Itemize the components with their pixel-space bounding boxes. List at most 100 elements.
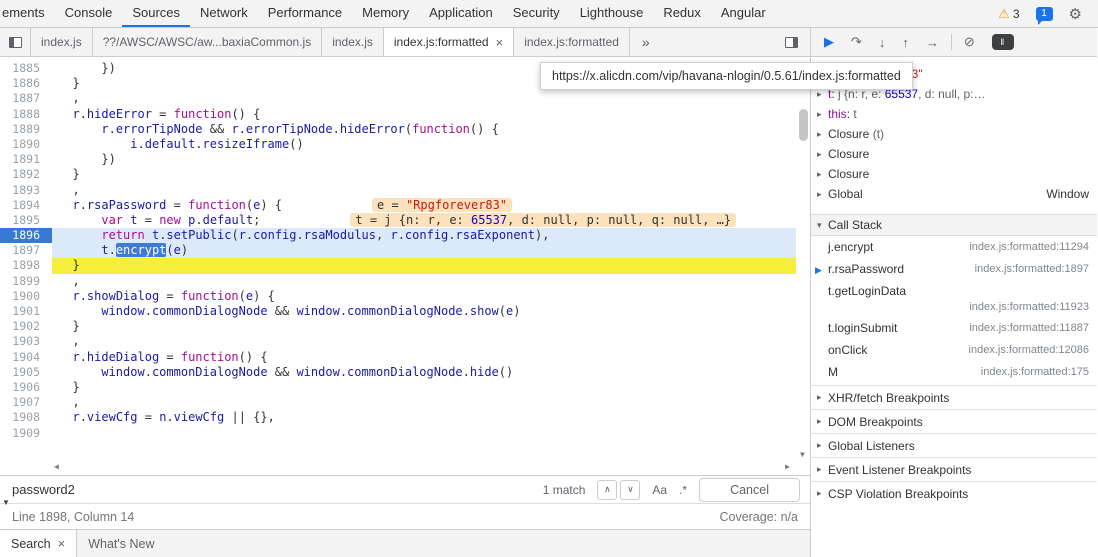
line-number[interactable]: 1902 [0,319,52,334]
regex-toggle[interactable]: .* [679,483,687,497]
line-number[interactable]: 1905 [0,365,52,380]
line-number[interactable]: 1894 [0,198,52,213]
code-line-text[interactable]: , [52,91,796,106]
console-warnings-badge[interactable]: ⚠ 3 [998,6,1019,22]
overflow-chevron-icon[interactable]: » [634,28,658,56]
line-number[interactable]: 1907 [0,395,52,410]
line-number[interactable]: 1888 [0,107,52,122]
section-global-listeners[interactable]: ▸ Global Listeners [811,433,1097,457]
scope-row[interactable]: ▸ Closure [811,164,1097,184]
horizontal-scrollbar[interactable]: ◀ ▶ [54,460,790,472]
line-number[interactable]: 1885 [0,61,52,76]
resume-icon[interactable]: ▶ [824,34,834,50]
section-event-listener-breakpoints[interactable]: ▸ Event Listener Breakpoints [811,457,1097,481]
line-number[interactable]: 1908 [0,410,52,425]
code-line-text[interactable]: r.rsaPassword = function(e) {e = "Rpgfor… [52,197,796,213]
code-line-text[interactable]: var t = new p.default; t = j {n: r, e: 65… [52,212,796,228]
code-line-text[interactable]: r.showDialog = function(e) { [52,289,796,304]
code-line-text[interactable]: } [52,319,796,334]
code-line-text[interactable]: }) [52,152,796,167]
tab-network[interactable]: Network [190,0,258,27]
scroll-left-icon[interactable]: ◀ [54,462,59,471]
line-number[interactable]: 1897 [0,243,52,258]
drawer-expand-icon[interactable]: ▼ [2,498,10,507]
scroll-down-icon[interactable]: ▼ [800,450,805,459]
line-number[interactable]: 1892 [0,167,52,182]
code-line-text[interactable]: , [52,183,796,198]
code-line-text[interactable]: r.errorTipNode && r.errorTipNode.hideErr… [52,122,796,137]
code-line-text[interactable]: , [52,274,796,289]
show-navigator-icon[interactable] [0,28,30,56]
tab-angular[interactable]: Angular [711,0,776,27]
issues-badge[interactable]: 1 [1035,6,1053,25]
code-line-text[interactable]: , [52,395,796,410]
drawer-tab-search[interactable]: Search × [0,530,78,557]
line-number[interactable]: 1886 [0,76,52,91]
code-line-text[interactable]: i.default.resizeIframe() [52,137,796,152]
line-number[interactable]: 1906 [0,380,52,395]
line-number[interactable]: 1903 [0,334,52,349]
tab-security[interactable]: Security [503,0,570,27]
file-tab-awsc-awsc-aw-baxiacommon-js[interactable]: ??/AWSC/AWSC/aw...baxiaCommon.js [93,28,323,56]
tab-redux[interactable]: Redux [653,0,711,27]
call-stack-frame[interactable]: t.loginSubmit index.js:formatted:11887 [811,317,1097,339]
line-number[interactable]: 1890 [0,137,52,152]
code-line-text[interactable]: window.commonDialogNode && window.common… [52,365,796,380]
code-line-text[interactable]: } [52,258,796,274]
line-number[interactable]: 1904 [0,350,52,365]
line-number[interactable]: 1901 [0,304,52,319]
deactivate-breakpoints-icon[interactable]: ⊘ [964,34,975,50]
code-line-text[interactable] [52,426,796,441]
match-case-toggle[interactable]: Aa [652,483,667,497]
section-xhr-fetch-breakpoints[interactable]: ▸ XHR/fetch Breakpoints [811,385,1097,409]
step-out-icon[interactable]: ↑ [902,35,909,50]
file-tab-index-js-formatted[interactable]: index.js:formatted [514,28,630,56]
line-number[interactable]: 1887 [0,91,52,106]
file-tab-index-js[interactable]: index.js [322,28,384,56]
line-number[interactable]: 1909 [0,426,52,441]
call-stack-header[interactable]: ▾ Call Stack [811,214,1097,236]
line-number[interactable]: 1893 [0,183,52,198]
drawer-tab-what-s-new[interactable]: What's New [77,530,165,557]
file-tab-index-js[interactable]: index.js [30,28,93,56]
pause-on-exceptions-icon[interactable]: ‖ [991,34,1014,50]
code-line-text[interactable]: } [52,167,796,182]
scope-row[interactable]: ▸ Closure [811,144,1097,164]
call-stack-frame[interactable]: onClick index.js:formatted:12086 [811,339,1097,361]
call-stack-frame[interactable]: t.getLoginData index.js:formatted:11923 [811,280,1097,317]
code-line-text[interactable]: r.hideDialog = function() { [52,350,796,365]
cancel-button[interactable]: Cancel [699,477,800,502]
line-number[interactable]: 1891 [0,152,52,167]
scope-row[interactable]: ▸ Global Window [811,184,1097,204]
section-dom-breakpoints[interactable]: ▸ DOM Breakpoints [811,409,1097,433]
section-csp-violation-breakpoints[interactable]: ▸ CSP Violation Breakpoints [811,481,1097,505]
step-over-icon[interactable]: ↷ [851,34,862,50]
code-line-text[interactable]: window.commonDialogNode && window.common… [52,304,796,319]
line-number[interactable]: 1896 [0,228,52,244]
scope-row[interactable]: ▸ Closure (t) [811,124,1097,144]
line-number[interactable]: 1889 [0,122,52,137]
settings-gear-icon[interactable]: ⚙ [1069,5,1082,23]
scroll-right-icon[interactable]: ▶ [785,462,790,471]
tab-memory[interactable]: Memory [352,0,419,27]
tab-ements[interactable]: ements [0,0,55,27]
step-icon[interactable]: → [926,35,939,50]
scrollbar-thumb[interactable] [799,109,808,141]
vertical-scrollbar[interactable]: ▼ [796,57,810,459]
tab-performance[interactable]: Performance [258,0,352,27]
scope-row[interactable]: ▸ this: t [811,104,1097,124]
code-line-text[interactable]: r.hideError = function() { [52,107,796,122]
file-tab-index-js-formatted[interactable]: index.js:formatted × [383,28,515,56]
close-tab-icon[interactable]: × [496,35,504,50]
tab-sources[interactable]: Sources [122,0,191,27]
line-number[interactable]: 1899 [0,274,52,289]
search-input[interactable] [10,481,531,498]
step-into-icon[interactable]: ↓ [879,35,886,50]
line-number[interactable]: 1898 [0,258,52,273]
next-match-button[interactable]: ∨ [620,479,641,500]
code-line-text[interactable]: t.encrypt(e) [52,243,796,259]
tab-console[interactable]: Console [55,0,123,27]
tab-application[interactable]: Application [419,0,503,27]
toggle-debugger-pane-icon[interactable] [773,28,810,56]
previous-match-button[interactable]: ∧ [597,479,618,500]
